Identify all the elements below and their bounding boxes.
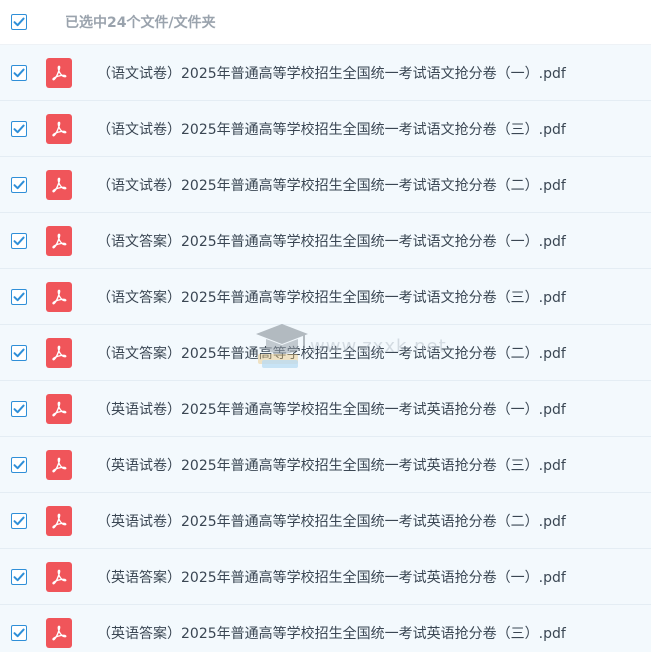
file-name[interactable]: （语文答案）2025年普通高等学校招生全国统一考试语文抢分卷（二）.pdf [97,343,566,363]
checkmark-icon [13,124,25,133]
pdf-icon [46,225,72,256]
checkmark-icon [13,17,25,27]
file-checkbox[interactable] [11,176,27,193]
file-checkbox[interactable] [11,624,27,641]
file-name[interactable]: （英语试卷）2025年普通高等学校招生全国统一考试英语抢分卷（二）.pdf [97,511,566,531]
file-name[interactable]: （英语试卷）2025年普通高等学校招生全国统一考试英语抢分卷（一）.pdf [97,399,566,419]
select-all-checkbox[interactable] [11,14,27,30]
file-name[interactable]: （语文试卷）2025年普通高等学校招生全国统一考试语文抢分卷（二）.pdf [97,175,566,195]
file-row[interactable]: （语文答案）2025年普通高等学校招生全国统一考试语文抢分卷（二）.pdf [0,325,651,381]
file-name[interactable]: （英语试卷）2025年普通高等学校招生全国统一考试英语抢分卷（三）.pdf [97,455,566,475]
file-checkbox[interactable] [11,120,27,137]
checkmark-icon [13,68,25,77]
pdf-icon [46,337,72,368]
file-row[interactable]: （英语答案）2025年普通高等学校招生全国统一考试英语抢分卷（三）.pdf [0,605,651,652]
file-name[interactable]: （语文答案）2025年普通高等学校招生全国统一考试语文抢分卷（三）.pdf [97,287,566,307]
file-row[interactable]: （英语答案）2025年普通高等学校招生全国统一考试英语抢分卷（一）.pdf [0,549,651,605]
file-row[interactable]: （语文答案）2025年普通高等学校招生全国统一考试语文抢分卷（一）.pdf [0,213,651,269]
file-checkbox[interactable] [11,456,27,473]
file-name[interactable]: （英语答案）2025年普通高等学校招生全国统一考试英语抢分卷（三）.pdf [97,623,566,643]
checkmark-icon [13,348,25,357]
file-row[interactable]: （语文答案）2025年普通高等学校招生全国统一考试语文抢分卷（三）.pdf [0,269,651,325]
pdf-icon [46,57,72,88]
file-checkbox[interactable] [11,568,27,585]
file-checkbox[interactable] [11,400,27,417]
pdf-icon [46,449,72,480]
pdf-icon [46,561,72,592]
checkmark-icon [13,516,25,525]
file-name[interactable]: （英语答案）2025年普通高等学校招生全国统一考试英语抢分卷（一）.pdf [97,567,566,587]
file-row[interactable]: （语文试卷）2025年普通高等学校招生全国统一考试语文抢分卷（二）.pdf [0,157,651,213]
file-checkbox[interactable] [11,232,27,249]
file-row[interactable]: （语文试卷）2025年普通高等学校招生全国统一考试语文抢分卷（一）.pdf [0,45,651,101]
checkmark-icon [13,292,25,301]
pdf-icon [46,617,72,648]
pdf-icon [46,281,72,312]
checkmark-icon [13,460,25,469]
file-name[interactable]: （语文试卷）2025年普通高等学校招生全国统一考试语文抢分卷（一）.pdf [97,63,566,83]
file-checkbox[interactable] [11,288,27,305]
file-name[interactable]: （语文答案）2025年普通高等学校招生全国统一考试语文抢分卷（一）.pdf [97,231,566,251]
checkmark-icon [13,236,25,245]
pdf-icon [46,505,72,536]
file-row[interactable]: （英语试卷）2025年普通高等学校招生全国统一考试英语抢分卷（三）.pdf [0,437,651,493]
checkmark-icon [13,572,25,581]
file-row[interactable]: （语文试卷）2025年普通高等学校招生全国统一考试语文抢分卷（三）.pdf [0,101,651,157]
checkmark-icon [13,404,25,413]
file-row[interactable]: （英语试卷）2025年普通高等学校招生全国统一考试英语抢分卷（一）.pdf [0,381,651,437]
file-list: （语文试卷）2025年普通高等学校招生全国统一考试语文抢分卷（一）.pdf （语文… [0,45,651,652]
selection-header: 已选中24个文件/文件夹 [0,0,651,45]
file-checkbox[interactable] [11,64,27,81]
file-checkbox[interactable] [11,512,27,529]
checkmark-icon [13,628,25,637]
pdf-icon [46,113,72,144]
pdf-icon [46,169,72,200]
checkmark-icon [13,180,25,189]
file-name[interactable]: （语文试卷）2025年普通高等学校招生全国统一考试语文抢分卷（三）.pdf [97,119,566,139]
selected-count-label: 已选中24个文件/文件夹 [65,15,216,31]
file-checkbox[interactable] [11,344,27,361]
pdf-icon [46,393,72,424]
file-row[interactable]: （英语试卷）2025年普通高等学校招生全国统一考试英语抢分卷（二）.pdf [0,493,651,549]
file-selection-panel: 已选中24个文件/文件夹 （语文试卷）2025年普通高等学校招生全国统一考试语文… [0,0,651,652]
